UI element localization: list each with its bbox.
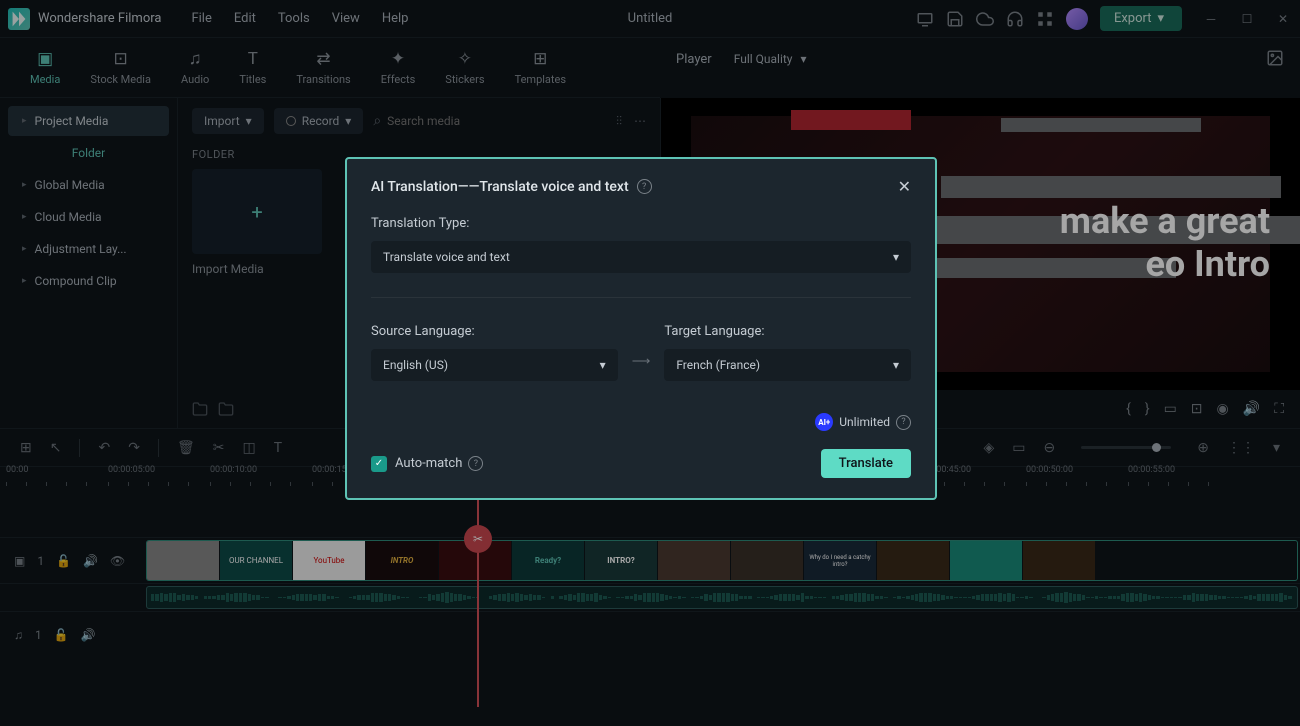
ai-badge-icon: AI+ [815, 413, 833, 431]
translation-type-label: Translation Type: [371, 216, 911, 231]
chevron-down-icon: ▾ [893, 358, 899, 372]
translation-type-select[interactable]: Translate voice and text▾ [371, 241, 911, 273]
arrow-right-icon: ⟶ [632, 330, 651, 369]
translate-button[interactable]: Translate [821, 449, 911, 478]
info-icon[interactable]: ? [468, 456, 483, 471]
ai-translation-modal: AI Translation——Translate voice and text… [345, 157, 937, 500]
source-language-select[interactable]: English (US)▾ [371, 349, 618, 381]
info-icon[interactable]: ? [896, 415, 911, 430]
chevron-down-icon: ▾ [893, 250, 899, 264]
automatch-checkbox[interactable]: ✓ [371, 456, 387, 472]
modal-title: AI Translation——Translate voice and text [371, 179, 629, 195]
target-language-label: Target Language: [664, 324, 911, 339]
target-language-select[interactable]: French (France)▾ [664, 349, 911, 381]
chevron-down-icon: ▾ [600, 358, 606, 372]
unlimited-label: Unlimited [839, 415, 890, 429]
automatch-label: Auto-match [395, 456, 462, 471]
info-icon[interactable]: ? [637, 179, 652, 194]
source-language-label: Source Language: [371, 324, 618, 339]
close-icon[interactable]: ✕ [898, 177, 911, 196]
